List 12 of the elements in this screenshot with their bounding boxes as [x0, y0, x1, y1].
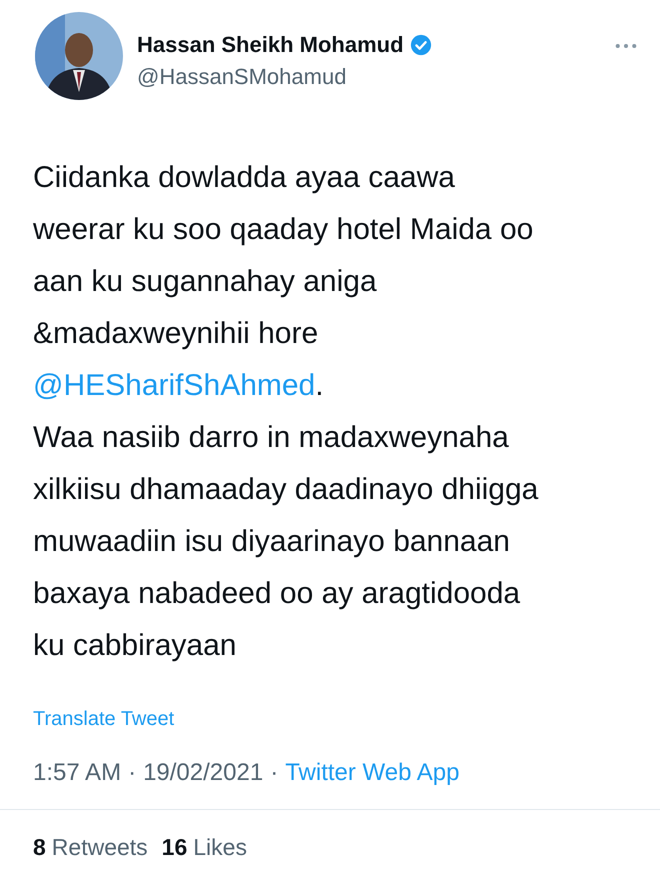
stat-label[interactable]: Retweets: [52, 834, 148, 861]
timestamp: 19/02/2021: [143, 759, 264, 787]
stat-count: 8: [33, 834, 46, 861]
separator-dot: ·: [128, 759, 136, 787]
stat-count: 16: [162, 834, 188, 861]
stat-label[interactable]: Likes: [193, 834, 247, 861]
author-name[interactable]: Hassan Sheikh Mohamud: [137, 32, 404, 58]
tweet-text: Ciidanka dowladda ayaa caawa weerar ku soo qaaday hotel Maida oo aan ku sugannahay aniga &madaxweynihii hore @HESharifShAhmed. Waa nasiib darro in madaxweynaha xilkiisu dhamaaday daadinayo dhiigga muwaadiin isu diyaarinayo bannaan baxaya nabadeed oo ay aragtidooda ku cabbirayaan: [33, 160, 540, 664]
timestamp: 1:57 AM: [33, 759, 122, 787]
author-handle[interactable]: @HassanSMohamud: [137, 64, 432, 90]
separator-dot: ·: [270, 759, 278, 787]
more-icon[interactable]: [615, 43, 637, 49]
